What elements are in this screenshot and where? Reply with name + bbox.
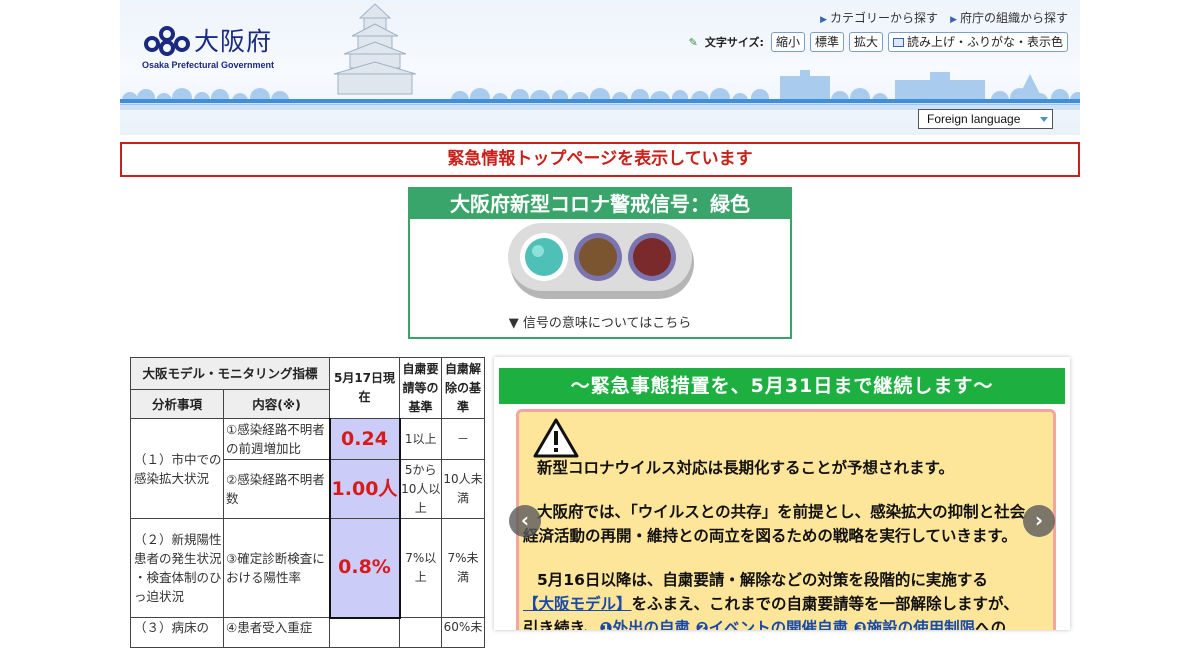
row-release: 60%未 bbox=[441, 617, 485, 648]
header-links: ▶ カテゴリーから探す ▶ 府庁の組織から探す bbox=[820, 9, 1068, 26]
font-smaller-button[interactable]: 縮小 bbox=[770, 32, 805, 52]
table-row: （２）新規陽性患者の発生状況 ・検査体制のひっ迫状況 ③確定診断検査における陽性… bbox=[130, 518, 485, 619]
slide-line-6-post: への bbox=[975, 619, 1007, 630]
chevron-left-icon: ‹ bbox=[520, 508, 530, 532]
pen-icon: ✎ bbox=[688, 35, 698, 49]
col-release: 自粛解除の基準 bbox=[441, 357, 485, 419]
slide-line-4: 5月16日以降は、自粛要請・解除などの対策を段階的に実施する bbox=[537, 571, 988, 589]
dropdown-arrow-icon bbox=[1040, 117, 1048, 122]
slide-line-6: 引き続き、❶外出の自粛 ❷イベントの開催自粛 ❸施設の使用制限への bbox=[523, 616, 1006, 630]
header-stripe-thin bbox=[120, 104, 1080, 105]
table-row: （３）病床の ④患者受入重症 60%未 bbox=[130, 617, 485, 648]
font-standard-button[interactable]: 標準 bbox=[809, 32, 844, 52]
row-request bbox=[399, 617, 442, 648]
slide-line-6-pre: 引き続き、 bbox=[523, 619, 600, 630]
row-request: 5から10人以上 bbox=[399, 459, 442, 519]
measure-outing: ❶外出の自粛 bbox=[599, 619, 691, 630]
row-category: （２）新規陽性患者の発生状況 ・検査体制のひっ迫状況 bbox=[130, 518, 224, 618]
monitor-icon bbox=[892, 38, 904, 47]
news-slider[interactable]: ～緊急事態措置を、5月31日まで継続します～ 新型コロナウイルス対応は長期化する… bbox=[494, 357, 1070, 630]
category-search-label: カテゴリーから探す bbox=[830, 11, 939, 25]
warning-icon bbox=[533, 418, 579, 458]
row-content: ③確定診断検査における陽性率 bbox=[223, 518, 330, 618]
col-content: 内容(※) bbox=[223, 389, 330, 419]
slide-body: 新型コロナウイルス対応は長期化することが予想されます。 大阪府では、「ウイルスと… bbox=[516, 409, 1056, 630]
organization-search-link[interactable]: ▶ 府庁の組織から探す bbox=[950, 9, 1068, 26]
slide-line-3: 経済活動の再開・維持との両立を図るための戦略を実行していきます。 bbox=[523, 527, 1017, 545]
readout-button[interactable]: 読み上げ・ふりがな・表示色 bbox=[887, 32, 1068, 52]
slider-prev-button[interactable]: ‹ bbox=[509, 505, 541, 537]
organization-search-label: 府庁の組織から探す bbox=[959, 11, 1068, 25]
col-request: 自粛要請等の基準 bbox=[399, 357, 442, 419]
row-content: ②感染経路不明者数 bbox=[223, 459, 330, 519]
measure-events: ❷イベントの開催自粛 bbox=[695, 619, 849, 630]
slider-next-button[interactable]: › bbox=[1023, 505, 1055, 537]
slide-line-5: 【大阪モデル】をふまえ、これまでの自粛要請等を一部解除しますが、 bbox=[523, 592, 1019, 614]
language-select-value: Foreign language bbox=[927, 112, 1021, 126]
emergency-banner-text: 緊急情報トップページを表示しています bbox=[447, 149, 753, 169]
slide-line-2: 大阪府では、「ウイルスとの共存」を前提とし、感染拡大の抑制と社会 bbox=[537, 503, 1026, 521]
row-request: 7%以上 bbox=[399, 518, 442, 618]
measure-facilities: ❸施設の使用制限 bbox=[853, 619, 976, 630]
logo-subtitle: Osaka Prefectural Government bbox=[142, 60, 275, 70]
font-size-label: 文字サイズ: bbox=[704, 36, 764, 49]
readout-label: 読み上げ・ふりがな・表示色 bbox=[906, 35, 1063, 49]
row-value: 0.24 bbox=[328, 418, 401, 460]
osaka-castle-illustration bbox=[333, 3, 417, 95]
row-category: （１）市中での感染拡大状況 bbox=[130, 418, 224, 519]
header-stripe bbox=[120, 99, 1080, 103]
alert-signal-box: 大阪府新型コロナ警戒信号：緑色 ▼ 信号の意味についてはこちら bbox=[408, 187, 792, 339]
row-value: 0.8% bbox=[328, 518, 401, 619]
table-row: （１）市中での感染拡大状況 ①感染経路不明者の前週増加比 0.24 1以上 － bbox=[130, 418, 485, 519]
font-size-bar: ✎ 文字サイズ: 縮小 標準 拡大 読み上げ・ふりがな・表示色 bbox=[689, 32, 1068, 52]
link-arrow-icon: ▶ bbox=[950, 15, 957, 25]
osaka-emblem-icon bbox=[144, 26, 190, 56]
osaka-model-link[interactable]: 【大阪モデル】 bbox=[523, 595, 632, 613]
site-header: 大阪府 Osaka Prefectural Government ▶ カテゴリーか… bbox=[120, 0, 1080, 135]
row-value: 1.00人 bbox=[328, 459, 401, 519]
col-category: 分析事項 bbox=[130, 389, 224, 419]
row-content: ①感染経路不明者の前週増加比 bbox=[223, 418, 330, 460]
link-arrow-icon: ▶ bbox=[820, 15, 828, 25]
row-category: （３）病床の bbox=[130, 617, 224, 648]
language-select[interactable]: Foreign language bbox=[918, 109, 1053, 129]
site-logo[interactable]: 大阪府 Osaka Prefectural Government bbox=[142, 22, 282, 74]
row-release: － bbox=[441, 418, 485, 460]
logo-name: 大阪府 bbox=[194, 27, 273, 56]
signal-title: 大阪府新型コロナ警戒信号：緑色 bbox=[410, 189, 790, 219]
row-value bbox=[329, 617, 400, 648]
category-search-link[interactable]: ▶ カテゴリーから探す bbox=[820, 9, 938, 26]
row-content: ④患者受入重症 bbox=[223, 617, 330, 648]
row-release: 7%未満 bbox=[441, 518, 485, 618]
traffic-light-icon bbox=[508, 223, 694, 299]
table-title: 大阪モデル・モニタリング指標 bbox=[130, 357, 330, 390]
chevron-right-icon: › bbox=[1034, 508, 1044, 532]
monitoring-table: 大阪モデル・モニタリング指標 5月17日現在 自粛要請等の基準 自粛解除の基準 … bbox=[130, 357, 485, 648]
slide-line-1: 新型コロナウイルス対応は長期化することが予想されます。 bbox=[537, 459, 954, 477]
row-request: 1以上 bbox=[399, 418, 442, 460]
row-release: 10人未満 bbox=[441, 459, 485, 519]
font-larger-button[interactable]: 拡大 bbox=[848, 32, 883, 52]
slide-line-5-rest: をふまえ、これまでの自粛要請等を一部解除しますが、 bbox=[631, 595, 1019, 613]
signal-meaning-link[interactable]: ▼ 信号の意味についてはこちら bbox=[410, 312, 790, 331]
emergency-banner[interactable]: 緊急情報トップページを表示しています bbox=[120, 142, 1080, 177]
slide-header: ～緊急事態措置を、5月31日まで継続します～ bbox=[499, 368, 1065, 404]
col-date: 5月17日現在 bbox=[329, 357, 400, 419]
